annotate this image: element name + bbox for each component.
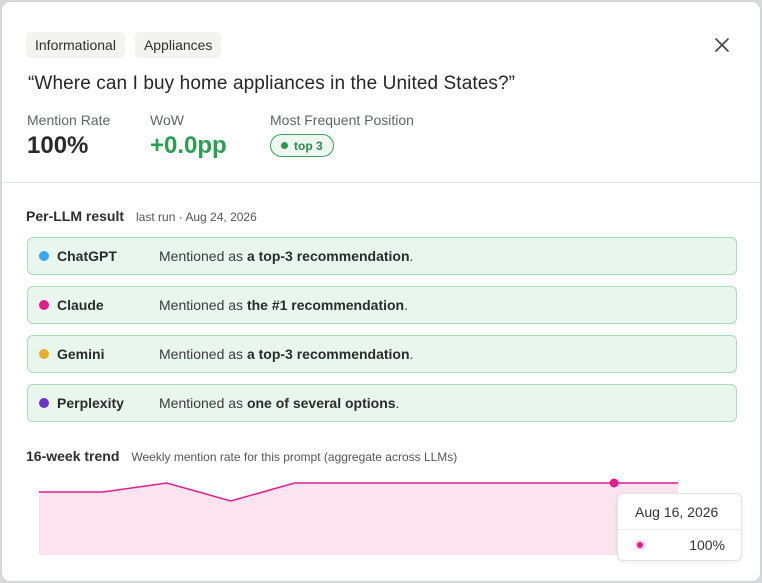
position-metric: Most Frequent Position top 3 xyxy=(270,111,414,157)
close-icon xyxy=(715,38,729,52)
llm-name: Gemini xyxy=(57,346,105,362)
prompt-detail-modal: Informational Appliances “Where can I bu… xyxy=(1,1,761,582)
section-divider xyxy=(2,182,760,183)
tooltip-divider xyxy=(618,529,741,530)
position-label: Most Frequent Position xyxy=(270,112,414,128)
llm-row-chatgpt: ChatGPT Mentioned as a top-3 recommendat… xyxy=(27,237,737,275)
tag-intent[interactable]: Informational xyxy=(26,32,125,58)
position-badge: top 3 xyxy=(270,134,334,157)
llm-name: ChatGPT xyxy=(57,248,117,264)
highlight-point[interactable] xyxy=(609,478,619,488)
wow-value: +0.0pp xyxy=(150,132,227,159)
per-llm-header: Per-LLM result last run · Aug 24, 2026 xyxy=(26,208,257,224)
llm-name: Claude xyxy=(57,297,104,313)
close-button[interactable] xyxy=(710,33,734,57)
llm-result: Mentioned as a top-3 recommendation. xyxy=(159,248,414,264)
tag-list: Informational Appliances xyxy=(26,32,222,58)
status-dot-icon xyxy=(281,142,288,149)
trend-area xyxy=(39,483,678,555)
llm-result: Mentioned as one of several options. xyxy=(159,395,400,411)
trend-title: 16-week trend xyxy=(26,448,120,464)
mention-rate-label: Mention Rate xyxy=(27,112,111,128)
llm-result: Mentioned as a top-3 recommendation. xyxy=(159,346,414,362)
llm-row-claude: Claude Mentioned as the #1 recommendatio… xyxy=(27,286,737,324)
tag-category[interactable]: Appliances xyxy=(134,32,222,58)
trend-subtitle: Weekly mention rate for this prompt (agg… xyxy=(131,450,458,464)
mention-rate-metric: Mention Rate 100% xyxy=(27,111,110,160)
chart-tooltip: Aug 16, 2026 100% xyxy=(617,493,742,561)
chatgpt-dot-icon xyxy=(39,251,49,261)
prompt-title: “Where can I buy home appliances in the … xyxy=(28,73,516,94)
mention-rate-value: 100% xyxy=(27,132,89,159)
perplexity-dot-icon xyxy=(39,398,49,408)
llm-row-gemini: Gemini Mentioned as a top-3 recommendati… xyxy=(27,335,737,373)
llm-name: Perplexity xyxy=(57,395,124,411)
per-llm-subtitle: last run · Aug 24, 2026 xyxy=(136,210,257,224)
llm-row-perplexity: Perplexity Mentioned as one of several o… xyxy=(27,384,737,422)
trend-header: 16-week trend Weekly mention rate for th… xyxy=(26,448,457,464)
claude-dot-icon xyxy=(39,300,49,310)
series-dot-icon xyxy=(635,540,645,550)
tooltip-date: Aug 16, 2026 xyxy=(635,504,719,520)
tooltip-value: 100% xyxy=(689,537,725,553)
position-badge-label: top 3 xyxy=(294,138,323,153)
llm-result: Mentioned as the #1 recommendation. xyxy=(159,297,408,313)
wow-metric: WoW +0.0pp xyxy=(150,111,227,160)
gemini-dot-icon xyxy=(39,349,49,359)
wow-label: WoW xyxy=(150,112,184,128)
per-llm-title: Per-LLM result xyxy=(26,208,125,224)
